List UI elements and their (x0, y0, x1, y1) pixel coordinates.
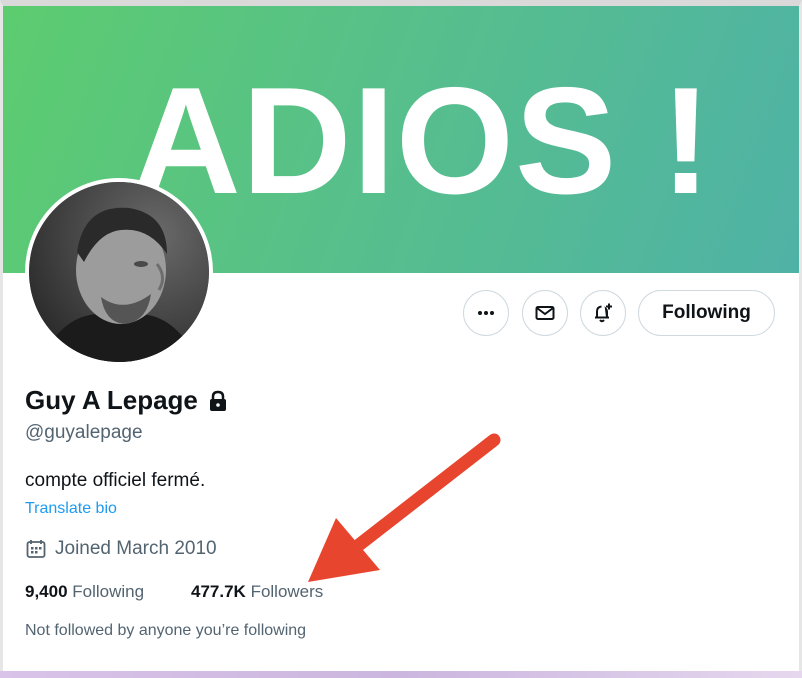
joined-date: Joined March 2010 (25, 538, 217, 560)
avatar[interactable] (25, 178, 213, 366)
notify-button[interactable] (580, 290, 626, 336)
following-button[interactable]: Following (638, 290, 775, 336)
bottom-border (0, 671, 802, 678)
calendar-icon (26, 540, 46, 558)
joined-text: Joined March 2010 (55, 538, 217, 559)
envelope-icon (535, 306, 555, 320)
translate-bio-link[interactable]: Translate bio (25, 500, 117, 518)
more-button[interactable] (463, 290, 509, 336)
profile-bio: compte officiel fermé. (25, 470, 206, 491)
bell-plus-icon (595, 303, 612, 323)
followers-count: 477.7K (191, 582, 246, 601)
more-horizontal-icon (478, 311, 494, 315)
following-count: 9,400 (25, 582, 68, 601)
banner-text: ADIOS ! (131, 56, 713, 226)
profile-name: Guy A Lepage (25, 385, 228, 416)
following-label: Following (72, 582, 145, 601)
avatar-photo (29, 182, 209, 362)
not-followed-notice: Not followed by anyone you’re following (25, 622, 307, 639)
followers-stat[interactable]: 477.7K Followers (191, 582, 323, 602)
lock-icon (209, 390, 226, 411)
followers-label: Followers (250, 582, 324, 601)
message-button[interactable] (522, 290, 568, 336)
profile-handle: @guyalepage (25, 422, 143, 443)
display-name: Guy A Lepage (25, 385, 198, 415)
following-stat[interactable]: 9,400 Following (25, 582, 144, 602)
